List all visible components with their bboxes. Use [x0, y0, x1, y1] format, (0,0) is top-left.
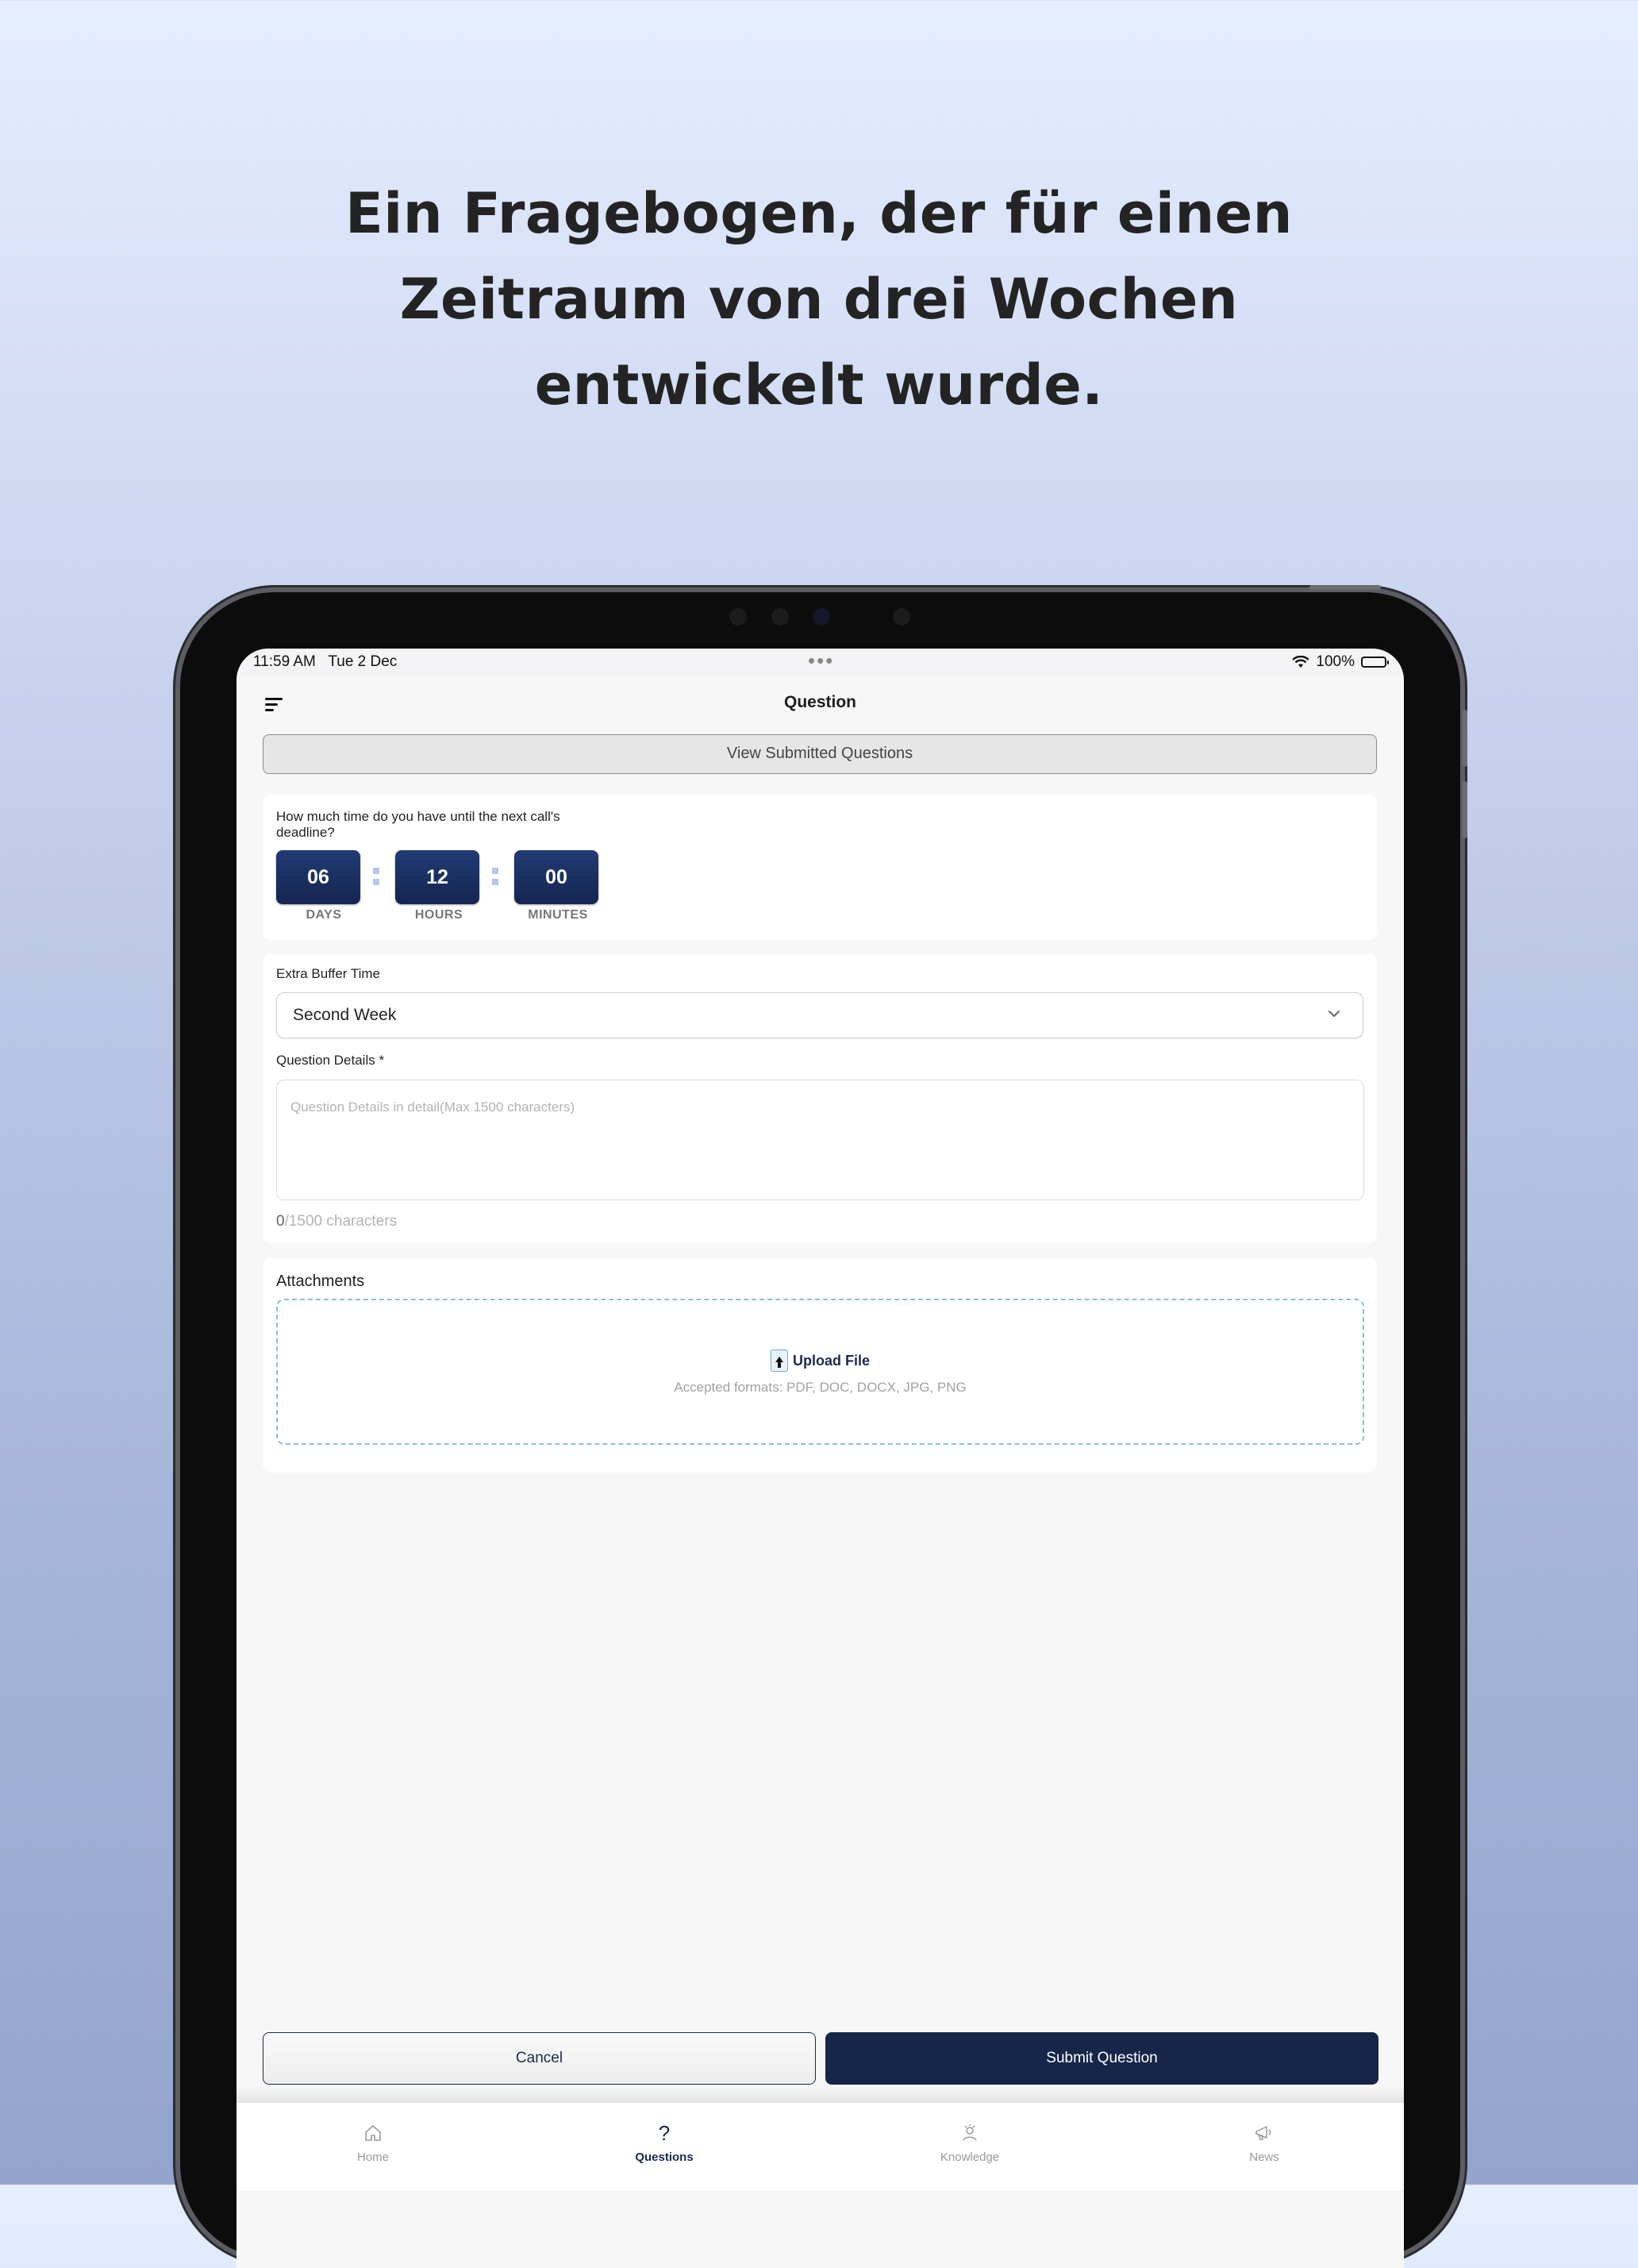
volume-down-button	[1463, 781, 1467, 838]
top-button	[1309, 585, 1381, 590]
headline-line-1: Ein Fragebogen, der für einen	[344, 181, 1294, 246]
sensor-dot	[893, 608, 910, 626]
question-details-label: Question Details *	[276, 1053, 385, 1068]
headline-line-2: Zeitraum von drei Wochen	[399, 267, 1239, 332]
battery-icon	[1361, 657, 1389, 668]
view-submitted-questions-button[interactable]: View Submitted Questions	[263, 734, 1377, 774]
submit-question-button[interactable]: Submit Question	[825, 2032, 1378, 2085]
character-counter: 0/1500 characters	[276, 1213, 397, 1230]
tab-bar: Home ? Questions Knowledge News	[236, 2103, 1404, 2190]
cancel-button[interactable]: Cancel	[263, 2032, 816, 2085]
separator	[373, 868, 379, 890]
days-label: DAYS	[306, 908, 342, 922]
status-right: 100%	[1292, 653, 1389, 671]
tab-home[interactable]: Home	[310, 2122, 436, 2164]
tab-questions-label: Questions	[635, 2151, 694, 2164]
minutes-label: MINUTES	[528, 908, 588, 922]
sensor-dot	[771, 608, 789, 626]
battery-percent: 100%	[1316, 653, 1355, 670]
front-camera	[813, 608, 830, 626]
volume-up-button	[1463, 710, 1467, 767]
app-screen: 11:59 AM Tue 2 Dec ••• 100% Question Vie…	[236, 649, 1404, 2268]
tab-knowledge[interactable]: Knowledge	[906, 2122, 1033, 2164]
char-count-value: 0	[276, 1213, 285, 1230]
upload-dropzone[interactable]: Upload File Accepted formats: PDF, DOC, …	[276, 1299, 1364, 1445]
minutes-value: 00	[514, 850, 598, 904]
headline: Ein Fragebogen, der für einen Zeitraum v…	[0, 171, 1638, 428]
char-count-max: /1500 characters	[284, 1213, 398, 1230]
upload-file-button[interactable]: Upload File	[278, 1350, 1363, 1372]
status-time: 11:59 AM Tue 2 Dec	[253, 653, 398, 670]
buffer-time-value: Second Week	[293, 1006, 397, 1024]
attachments-title: Attachments	[276, 1273, 365, 1290]
tab-news-label: News	[1249, 2151, 1279, 2164]
attachments-card: Attachments Upload File Accepted formats…	[263, 1258, 1377, 1473]
accepted-formats: Accepted formats: PDF, DOC, DOCX, JPG, P…	[674, 1380, 967, 1395]
multitasking-dots[interactable]: •••	[808, 649, 834, 673]
chevron-down-icon	[1328, 1011, 1340, 1017]
buffer-time-label: Extra Buffer Time	[276, 966, 381, 981]
knowledge-icon	[963, 2124, 977, 2141]
upload-file-label: Upload File	[792, 1352, 870, 1369]
tab-news[interactable]: News	[1201, 2122, 1328, 2164]
question-details-input[interactable]: Question Details in detail(Max 1500 char…	[276, 1080, 1364, 1200]
upload-file-icon	[770, 1350, 788, 1372]
hours-value: 12	[395, 850, 479, 904]
nav-bar: Question	[236, 677, 1404, 730]
tabbar-divider	[236, 2087, 1404, 2103]
page-title: Question	[783, 693, 856, 711]
tab-home-label: Home	[356, 2151, 389, 2164]
deadline-question: How much time do you have until the next…	[276, 809, 560, 840]
deadline-card: How much time do you have until the next…	[263, 795, 1377, 940]
news-icon	[1255, 2126, 1271, 2140]
days-value: 06	[276, 850, 360, 904]
status-bar: 11:59 AM Tue 2 Dec ••• 100%	[236, 649, 1404, 677]
question-icon: ?	[658, 2120, 671, 2145]
sensor-dot	[729, 608, 747, 626]
separator	[492, 868, 498, 890]
question-form-card: Extra Buffer Time Second Week Question D…	[263, 954, 1377, 1243]
wifi-icon	[1292, 656, 1310, 668]
hours-label: HOURS	[414, 908, 463, 922]
headline-line-3: entwickelt wurde.	[534, 352, 1104, 418]
tab-questions[interactable]: ? Questions	[601, 2120, 728, 2165]
buffer-time-select[interactable]: Second Week	[276, 992, 1363, 1038]
tablet-device: 11:59 AM Tue 2 Dec ••• 100% Question Vie…	[180, 585, 1467, 2268]
tab-knowledge-label: Knowledge	[940, 2151, 1000, 2164]
home-icon	[365, 2125, 381, 2141]
question-details-placeholder: Question Details in detail(Max 1500 char…	[290, 1099, 575, 1115]
